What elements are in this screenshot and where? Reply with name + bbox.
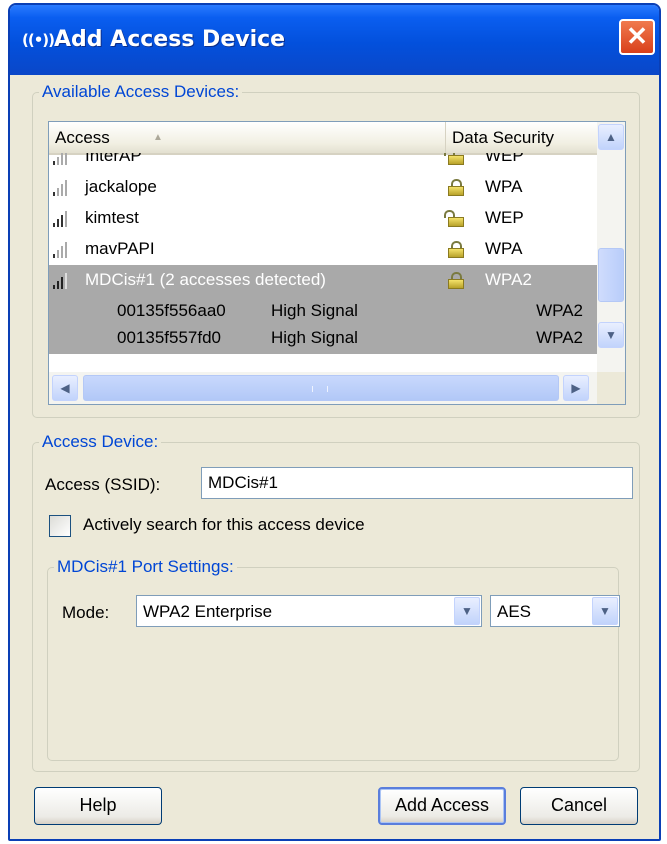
multi-lock-icon [447,272,465,289]
device-security: WEP [485,208,524,227]
device-name: kimtest [85,208,139,227]
vertical-scrollbar[interactable]: ▲ ▼ [597,122,625,372]
device-name: mavPAPI [85,239,155,258]
access-signal: High Signal [271,301,358,320]
access-security: WPA2 [536,328,583,347]
sort-ascending-icon: ▲ [153,132,163,143]
port-settings-legend: MDCis#1 Port Settings: [54,557,237,577]
list-header: Access ▲ Data Security [49,122,597,155]
locked-icon [447,179,465,196]
mode-value: WPA2 Enterprise [143,602,273,621]
list-item-selected[interactable]: MDCis#1 (2 accesses detected) WPA2 [49,265,597,296]
ssid-label: Access (SSID): [45,475,161,494]
list-rows: InterAP WEP jackalope WPA kimtest WEP ma… [49,153,597,354]
access-mac-address: 00135f557fd0 [117,328,221,347]
list-item[interactable]: kimtest WEP [49,203,597,234]
signal-strength-icon [53,273,69,289]
access-device-legend: Access Device: [39,432,162,452]
access-mac-address: 00135f556aa0 [117,301,226,320]
chevron-down-icon[interactable]: ▼ [454,597,480,625]
signal-strength-icon [53,211,69,227]
cipher-dropdown[interactable]: AES ▼ [490,595,620,627]
active-search-checkbox[interactable] [49,515,71,537]
horizontal-scroll-thumb[interactable] [83,375,559,401]
unlocked-icon [444,153,465,165]
list-item[interactable]: InterAP WEP [49,153,597,172]
wireless-icon: ((•)) [22,31,55,49]
list-item[interactable]: mavPAPI WPA [49,234,597,265]
list-item[interactable]: jackalope WPA [49,172,597,203]
mode-dropdown[interactable]: WPA2 Enterprise ▼ [136,595,482,627]
signal-strength-icon [53,153,69,165]
access-device-group: Access Device: Access (SSID): Actively s… [32,432,640,772]
scroll-down-button[interactable]: ▼ [598,322,624,348]
device-name: jackalope [85,177,157,196]
access-security: WPA2 [536,301,583,320]
horizontal-scrollbar[interactable]: ◀ ▶ [49,372,597,404]
scrollbar-corner [597,372,625,404]
add-access-device-dialog: ((•)) Add Access Device ✕ Available Acce… [8,3,661,841]
device-security: WPA [485,239,523,258]
device-name: MDCis#1 (2 accesses detected) [85,270,326,289]
device-security: WPA2 [485,270,532,289]
available-devices-group: Available Access Devices: Access ▲ Data … [32,82,640,418]
cancel-button[interactable]: Cancel [520,787,638,825]
locked-icon [447,241,465,258]
signal-strength-icon [53,242,69,258]
ssid-input[interactable] [201,467,633,499]
scroll-left-button[interactable]: ◀ [52,375,78,401]
vertical-scroll-thumb[interactable] [598,248,624,302]
column-header-access[interactable]: Access [55,128,110,148]
access-signal: High Signal [271,328,358,347]
scroll-up-button[interactable]: ▲ [598,124,624,150]
dialog-title: Add Access Device [54,27,286,52]
port-settings-group: MDCis#1 Port Settings: Mode: WPA2 Enterp… [47,557,620,761]
cipher-value: AES [497,602,532,621]
device-security: WEP [485,153,524,165]
add-access-button[interactable]: Add Access [378,787,506,825]
unlocked-icon [444,210,465,227]
mode-label: Mode: [62,603,110,622]
device-name: InterAP [85,153,142,165]
sub-list-item[interactable]: 00135f557fd0 High Signal WPA2 [49,323,597,354]
title-bar[interactable]: ((•)) Add Access Device ✕ [10,5,659,75]
device-security: WPA [485,177,523,196]
chevron-down-icon[interactable]: ▼ [592,597,618,625]
help-button[interactable]: Help [34,787,162,825]
active-search-label: Actively search for this access device [83,515,365,534]
scroll-right-button[interactable]: ▶ [563,375,589,401]
close-button[interactable]: ✕ [619,19,655,55]
signal-strength-icon [53,180,69,196]
available-devices-legend: Available Access Devices: [39,82,243,102]
column-header-data-security[interactable]: Data Security [445,122,597,153]
access-device-list[interactable]: Access ▲ Data Security InterAP WEP jacka… [48,121,626,405]
